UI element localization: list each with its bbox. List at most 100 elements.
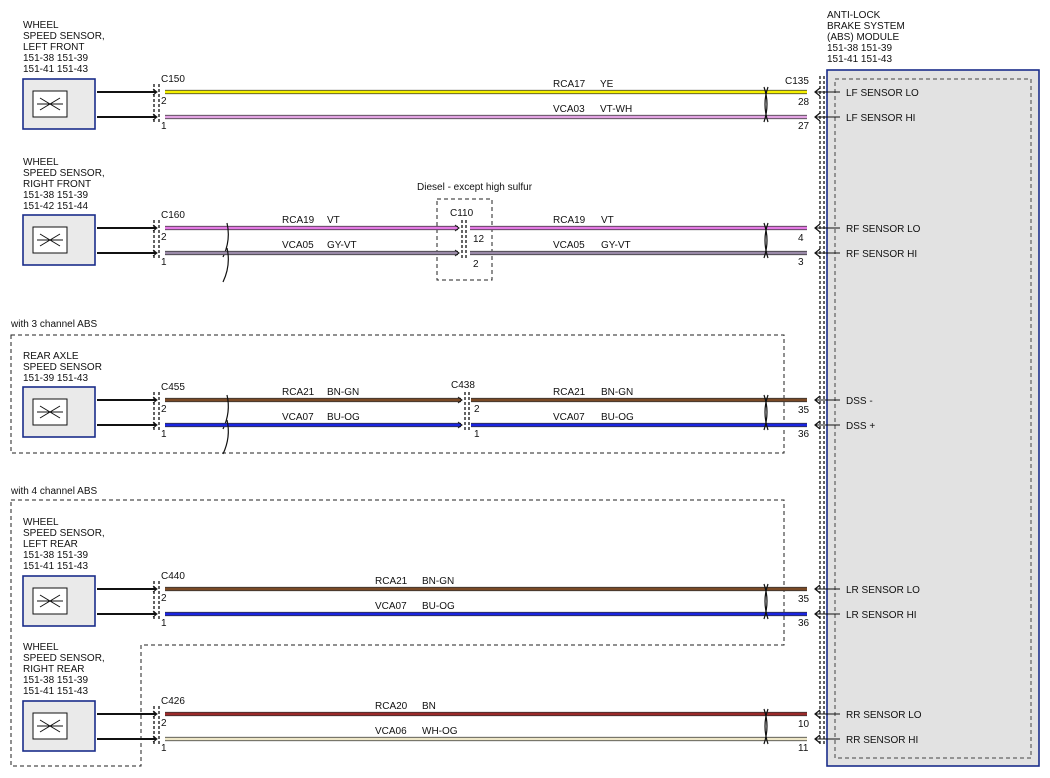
sensor-label-right-rear: WHEEL SPEED SENSOR, RIGHT REAR 151-38 15… <box>23 642 105 697</box>
wire-color-label: WH-OG <box>422 726 458 737</box>
sensor-rr-line-1: WHEEL <box>23 642 59 653</box>
sensor-rf-line-4: 151-38 151-39 <box>23 190 88 201</box>
sensor-lf-line-5: 151-41 151-43 <box>23 64 88 75</box>
connector-label: C150 <box>161 74 185 85</box>
sensor-rf-line-3: RIGHT FRONT <box>23 179 91 190</box>
sensor-lf-line-4: 151-38 151-39 <box>23 53 88 64</box>
wire-color-label: BU-OG <box>327 412 360 423</box>
module-signal-label: RF SENSOR LO <box>846 224 921 235</box>
pin-number-left: 1 <box>161 743 167 754</box>
wire-color-label: BU-OG <box>422 601 455 612</box>
mid-connector-label: C438 <box>451 380 475 391</box>
wire-color-label: GY-VT <box>327 240 357 251</box>
module-signal-label: DSS + <box>846 421 875 432</box>
sensor-label-right-front: WHEEL SPEED SENSOR, RIGHT FRONT 151-38 1… <box>23 157 105 212</box>
circuit-label: VCA05 <box>282 240 314 251</box>
pin-number-right: 35 <box>798 594 810 605</box>
sensor-rr-line-2: SPEED SENSOR, <box>23 653 105 664</box>
sensor-rr-line-3: RIGHT REAR <box>23 664 85 675</box>
pin-number-left: 1 <box>161 429 167 440</box>
pin-number-right: 36 <box>798 429 810 440</box>
module-signal-label: LR SENSOR LO <box>846 585 920 596</box>
sensor-rf-line-2: SPEED SENSOR, <box>23 168 105 179</box>
sensor-ra-line-1: REAR AXLE <box>23 351 79 362</box>
connector-label: C455 <box>161 382 185 393</box>
diesel-note: Diesel - except high sulfur <box>417 182 533 193</box>
sensor-lr-line-3: LEFT REAR <box>23 539 78 550</box>
sensor-ra-line-2: SPEED SENSOR <box>23 362 102 373</box>
pin-number-left: 2 <box>161 593 167 604</box>
pin-number-right: 10 <box>798 719 810 730</box>
wire-color-label: BN <box>422 701 436 712</box>
circuit-label: RCA17 <box>553 79 586 90</box>
sensor-label-rear-axle: REAR AXLE SPEED SENSOR 151-39 151-43 <box>23 351 102 384</box>
sensor-label-left-front: WHEEL SPEED SENSOR, LEFT FRONT 151-38 15… <box>23 20 105 75</box>
pin-number-left: 1 <box>161 257 167 268</box>
circuit-label: VCA07 <box>282 412 314 423</box>
circuit-label: RCA21 <box>553 387 586 398</box>
sensor-rf-line-1: WHEEL <box>23 157 59 168</box>
wire-color-label: GY-VT <box>601 240 631 251</box>
abs-module-box <box>826 69 1040 767</box>
abs-module-title-line-2: BRAKE SYSTEM <box>827 21 905 32</box>
module-signal-label: LF SENSOR HI <box>846 113 915 124</box>
sensor-lr-line-2: SPEED SENSOR, <box>23 528 105 539</box>
pin-number-left: 2 <box>161 718 167 729</box>
pin-number-right: 3 <box>798 257 804 268</box>
module-signal-label: LF SENSOR LO <box>846 88 919 99</box>
sensor-ra-line-3: 151-39 151-43 <box>23 373 88 384</box>
sensor-rr-line-5: 151-41 151-43 <box>23 686 88 697</box>
pin-number-left: 2 <box>161 96 167 107</box>
pin-number-right: 35 <box>798 405 810 416</box>
pin-number-right: 4 <box>798 233 804 244</box>
sensor-lf-line-3: LEFT FRONT <box>23 42 84 53</box>
pin-number-left: 1 <box>161 121 167 132</box>
four-channel-note: with 4 channel ABS <box>10 486 97 497</box>
wire-color-label: YE <box>600 79 614 90</box>
module-signal-label: LR SENSOR HI <box>846 610 917 621</box>
sensor-lf-line-1: WHEEL <box>23 20 59 31</box>
mid-pin-number: 2 <box>473 259 479 270</box>
connector-label: C160 <box>161 210 185 221</box>
pin-number-right: 36 <box>798 618 810 629</box>
circuit-label: VCA03 <box>553 104 585 115</box>
pin-number-right: 27 <box>798 121 810 132</box>
mid-pin-number: 1 <box>474 429 480 440</box>
abs-module-title-line-4: 151-38 151-39 <box>827 43 892 54</box>
connector-label: C426 <box>161 696 185 707</box>
pin-number-left: 2 <box>161 404 167 415</box>
module-signal-label: RR SENSOR LO <box>846 710 922 721</box>
pin-number-left: 1 <box>161 618 167 629</box>
circuit-label: RCA21 <box>375 576 408 587</box>
sensor-rr-line-4: 151-38 151-39 <box>23 675 88 686</box>
sensor-lr-line-5: 151-41 151-43 <box>23 561 88 572</box>
mid-connector-label: C110 <box>450 208 474 219</box>
module-signal-label: RR SENSOR HI <box>846 735 918 746</box>
abs-module-title-line-3: (ABS) MODULE <box>827 32 900 43</box>
pin-number-right: 11 <box>798 743 809 754</box>
three-channel-note: with 3 channel ABS <box>10 319 97 330</box>
sensor-lr-line-4: 151-38 151-39 <box>23 550 88 561</box>
circuit-label: RCA19 <box>553 215 586 226</box>
module-signal-label: DSS - <box>846 396 873 407</box>
circuit-label: RCA21 <box>282 387 315 398</box>
mid-pin-number: 12 <box>473 234 485 245</box>
circuit-label: RCA19 <box>282 215 315 226</box>
sensor-label-left-rear: WHEEL SPEED SENSOR, LEFT REAR 151-38 151… <box>23 517 105 572</box>
module-signal-label: RF SENSOR HI <box>846 249 917 260</box>
pin-number-left: 2 <box>161 232 167 243</box>
wire-color-label: VT <box>327 215 340 226</box>
abs-wiring-diagram: ANTI-LOCK BRAKE SYSTEM (ABS) MODULE 151-… <box>10 10 1040 767</box>
wire-color-label: BN-GN <box>601 387 633 398</box>
sensor-rf-line-5: 151-42 151-44 <box>23 201 88 212</box>
mid-pin-number: 2 <box>474 404 480 415</box>
abs-module-title: ANTI-LOCK BRAKE SYSTEM (ABS) MODULE 151-… <box>827 10 905 65</box>
circuit-label: VCA05 <box>553 240 585 251</box>
c135-connector-label: C135 <box>785 76 809 87</box>
abs-module-title-line-5: 151-41 151-43 <box>827 54 892 65</box>
sensor-lf-line-2: SPEED SENSOR, <box>23 31 105 42</box>
sensor-lr-line-1: WHEEL <box>23 517 59 528</box>
circuit-label: RCA20 <box>375 701 408 712</box>
abs-module-title-line-1: ANTI-LOCK <box>827 10 881 21</box>
wire-color-label: BU-OG <box>601 412 634 423</box>
